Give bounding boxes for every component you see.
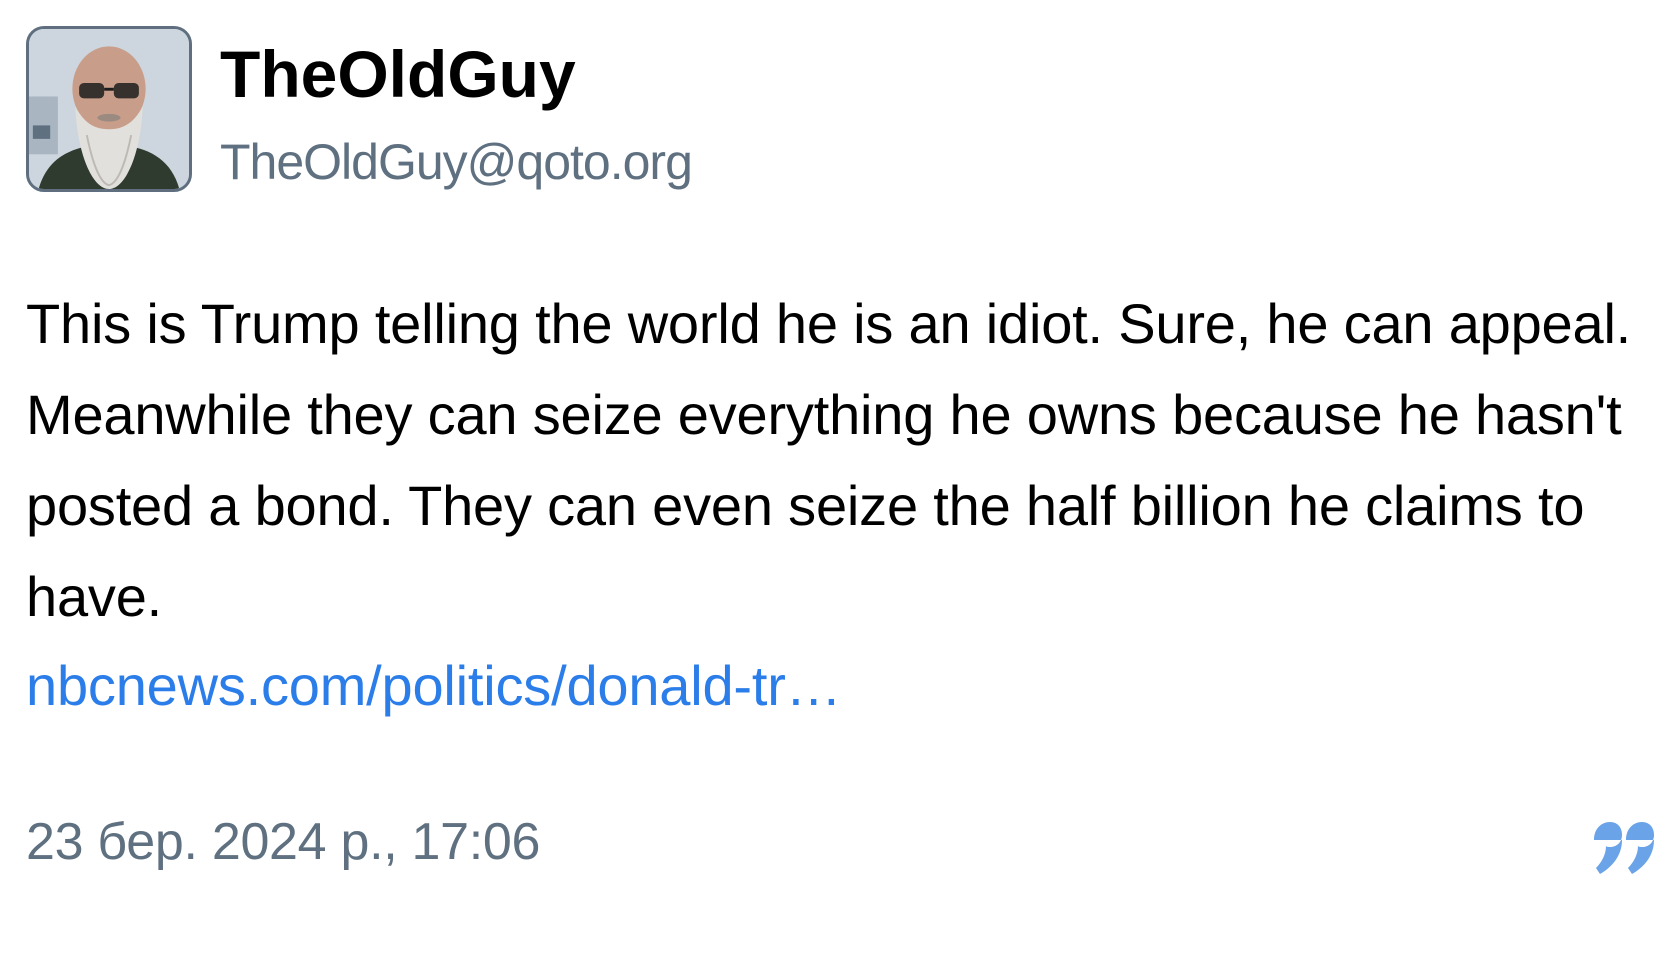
post-card: TheOldGuy TheOldGuy@qoto.org This is Tru… bbox=[0, 0, 1677, 976]
post-link[interactable]: nbcnews.com/politics/donald-tr… bbox=[26, 640, 842, 731]
post-timestamp[interactable]: 23 бер. 2024 р., 17:06 bbox=[26, 816, 540, 868]
author-handle[interactable]: TheOldGuy@qoto.org bbox=[220, 137, 693, 187]
quote-icon[interactable] bbox=[1590, 820, 1656, 876]
display-name[interactable]: TheOldGuy bbox=[220, 41, 692, 107]
author-names: TheOldGuy TheOldGuy@qoto.org bbox=[220, 26, 693, 187]
post-content: This is Trump telling the world he is an… bbox=[26, 278, 1646, 642]
post-text: This is Trump telling the world he is an… bbox=[26, 292, 1632, 628]
avatar[interactable] bbox=[26, 26, 192, 192]
post-header: TheOldGuy TheOldGuy@qoto.org bbox=[26, 26, 693, 196]
